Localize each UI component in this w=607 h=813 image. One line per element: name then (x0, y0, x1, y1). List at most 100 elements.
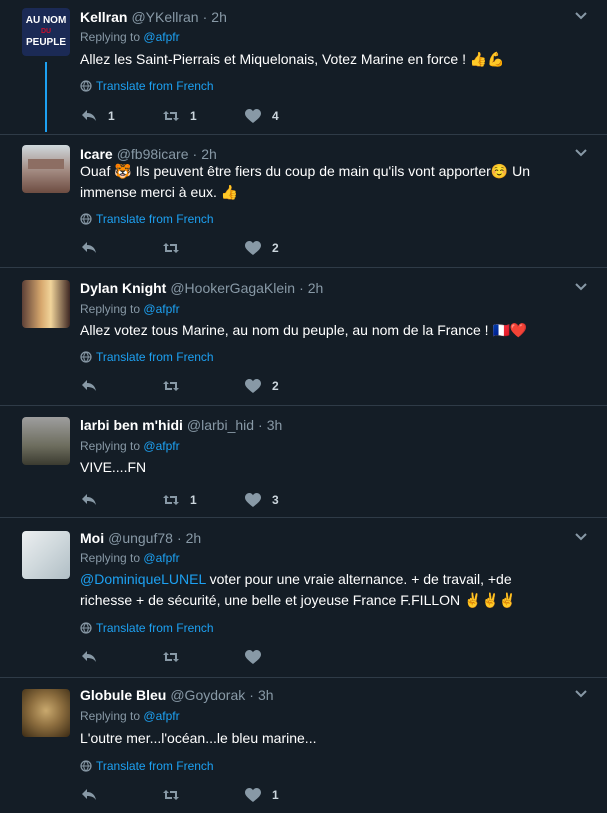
avatar[interactable] (22, 280, 70, 328)
reply-button[interactable] (80, 649, 108, 665)
replying-to: Replying to @afpfr (80, 439, 180, 453)
tweet[interactable]: larbi ben m'hidi @larbi_hid · 3h Replying t… (0, 406, 607, 518)
retweet-button[interactable] (162, 649, 190, 665)
chevron-down-icon[interactable] (573, 279, 589, 295)
like-button[interactable]: 2 (244, 378, 279, 394)
reply-button[interactable] (80, 378, 108, 394)
like-button[interactable]: 1 (244, 787, 279, 803)
avatar[interactable] (22, 689, 70, 737)
user-handle[interactable]: @unguf78 (108, 530, 173, 546)
avatar-logo: AU NOM DU PEUPLE (25, 15, 67, 48)
heart-icon (245, 650, 261, 664)
tweet-header: larbi ben m'hidi @larbi_hid · 3h (80, 416, 282, 434)
reply-mention[interactable]: @afpfr (143, 302, 179, 316)
user-handle[interactable]: @larbi_hid (187, 417, 254, 433)
retweet-icon (163, 495, 179, 505)
user-mention[interactable]: @DominiqueLUNEL (80, 571, 206, 587)
retweet-button[interactable] (162, 787, 190, 803)
display-name[interactable]: Globule Bleu (80, 687, 166, 703)
replying-to: Replying to @afpfr (80, 302, 180, 316)
timestamp[interactable]: 2h (201, 146, 217, 162)
translate-link[interactable]: Translate from French (80, 759, 214, 773)
retweet-icon (163, 790, 179, 800)
tweet[interactable]: Icare @fb98icare · 2h Ouaf 🐯 Ils peuvent êt… (0, 135, 607, 268)
retweet-button[interactable]: 1 (162, 108, 197, 124)
translate-link[interactable]: Translate from French (80, 350, 214, 364)
reply-button[interactable] (80, 240, 108, 256)
reply-mention[interactable]: @afpfr (143, 709, 179, 723)
replying-to: Replying to @afpfr (80, 30, 180, 44)
tweet-header: Globule Bleu @Goydorak · 3h (80, 686, 274, 704)
globe-icon (80, 213, 92, 225)
reply-icon (82, 651, 96, 662)
reply-mention[interactable]: @afpfr (143, 551, 179, 565)
retweet-count: 1 (190, 493, 197, 507)
chevron-down-icon[interactable] (573, 686, 589, 702)
avatar[interactable] (22, 417, 70, 465)
tweet[interactable]: Moi @unguf78 · 2h Replying to @afpfr @Domin… (0, 518, 607, 678)
user-handle[interactable]: @fb98icare (117, 146, 189, 162)
avatar[interactable] (22, 531, 70, 579)
display-name[interactable]: Icare (80, 146, 113, 162)
chevron-down-icon[interactable] (573, 145, 589, 161)
tweet[interactable]: AU NOM DU PEUPLE Kellran @YKellran · 2h Rep… (0, 0, 607, 135)
tweet-header: Moi @unguf78 · 2h (80, 529, 201, 547)
translate-link[interactable]: Translate from French (80, 621, 214, 635)
tweet[interactable]: Dylan Knight @HookerGagaKlein · 2h Replying… (0, 268, 607, 406)
tweet-text: L'outre mer...l'océan...le bleu marine..… (80, 730, 317, 746)
replying-to: Replying to @afpfr (80, 551, 180, 565)
chevron-down-icon[interactable] (573, 8, 589, 24)
display-name[interactable]: Kellran (80, 9, 127, 25)
like-count: 2 (272, 379, 279, 393)
user-handle[interactable]: @YKellran (131, 9, 198, 25)
translate-link[interactable]: Translate from French (80, 212, 214, 226)
tweet-header: Kellran @YKellran · 2h (80, 8, 227, 26)
user-handle[interactable]: @Goydorak (170, 687, 245, 703)
like-count: 1 (272, 788, 279, 802)
heart-icon (245, 493, 261, 507)
like-count: 4 (272, 109, 279, 123)
user-handle[interactable]: @HookerGagaKlein (170, 280, 295, 296)
like-button[interactable]: 2 (244, 240, 279, 256)
chevron-down-icon[interactable] (573, 529, 589, 545)
display-name[interactable]: larbi ben m'hidi (80, 417, 183, 433)
like-count: 2 (272, 241, 279, 255)
separator-dot: · (258, 417, 263, 433)
like-button[interactable]: 4 (244, 108, 279, 124)
replying-to: Replying to @afpfr (80, 709, 180, 723)
retweet-icon (163, 381, 179, 391)
like-button[interactable]: 3 (244, 492, 279, 508)
separator-dot: · (176, 530, 182, 546)
like-button[interactable] (244, 649, 272, 665)
reply-mention[interactable]: @afpfr (143, 439, 179, 453)
avatar[interactable] (22, 145, 70, 193)
reply-button[interactable]: 1 (80, 108, 115, 124)
reply-icon (82, 242, 96, 253)
retweet-count: 1 (190, 109, 197, 123)
retweet-button[interactable]: 1 (162, 492, 197, 508)
tweet-actions (80, 649, 300, 665)
like-count: 3 (272, 493, 279, 507)
timestamp[interactable]: 2h (186, 530, 202, 546)
avatar[interactable]: AU NOM DU PEUPLE (22, 8, 70, 56)
avatar-photo (28, 159, 64, 169)
globe-icon (80, 351, 92, 363)
display-name[interactable]: Dylan Knight (80, 280, 166, 296)
reply-button[interactable] (80, 492, 108, 508)
tweet-actions: 1 1 4 (80, 108, 300, 124)
tweet[interactable]: Globule Bleu @Goydorak · 3h Replying to @af… (0, 678, 607, 813)
reply-icon (82, 494, 96, 505)
globe-icon (80, 622, 92, 634)
timestamp[interactable]: 2h (211, 9, 227, 25)
timestamp[interactable]: 3h (267, 417, 283, 433)
timestamp[interactable]: 3h (258, 687, 274, 703)
reply-mention[interactable]: @afpfr (143, 30, 179, 44)
separator-dot: · (299, 280, 304, 296)
retweet-icon (163, 243, 179, 253)
retweet-button[interactable] (162, 240, 190, 256)
retweet-button[interactable] (162, 378, 190, 394)
display-name[interactable]: Moi (80, 530, 104, 546)
timestamp[interactable]: 2h (308, 280, 324, 296)
reply-button[interactable] (80, 787, 108, 803)
translate-link[interactable]: Translate from French (80, 79, 214, 93)
